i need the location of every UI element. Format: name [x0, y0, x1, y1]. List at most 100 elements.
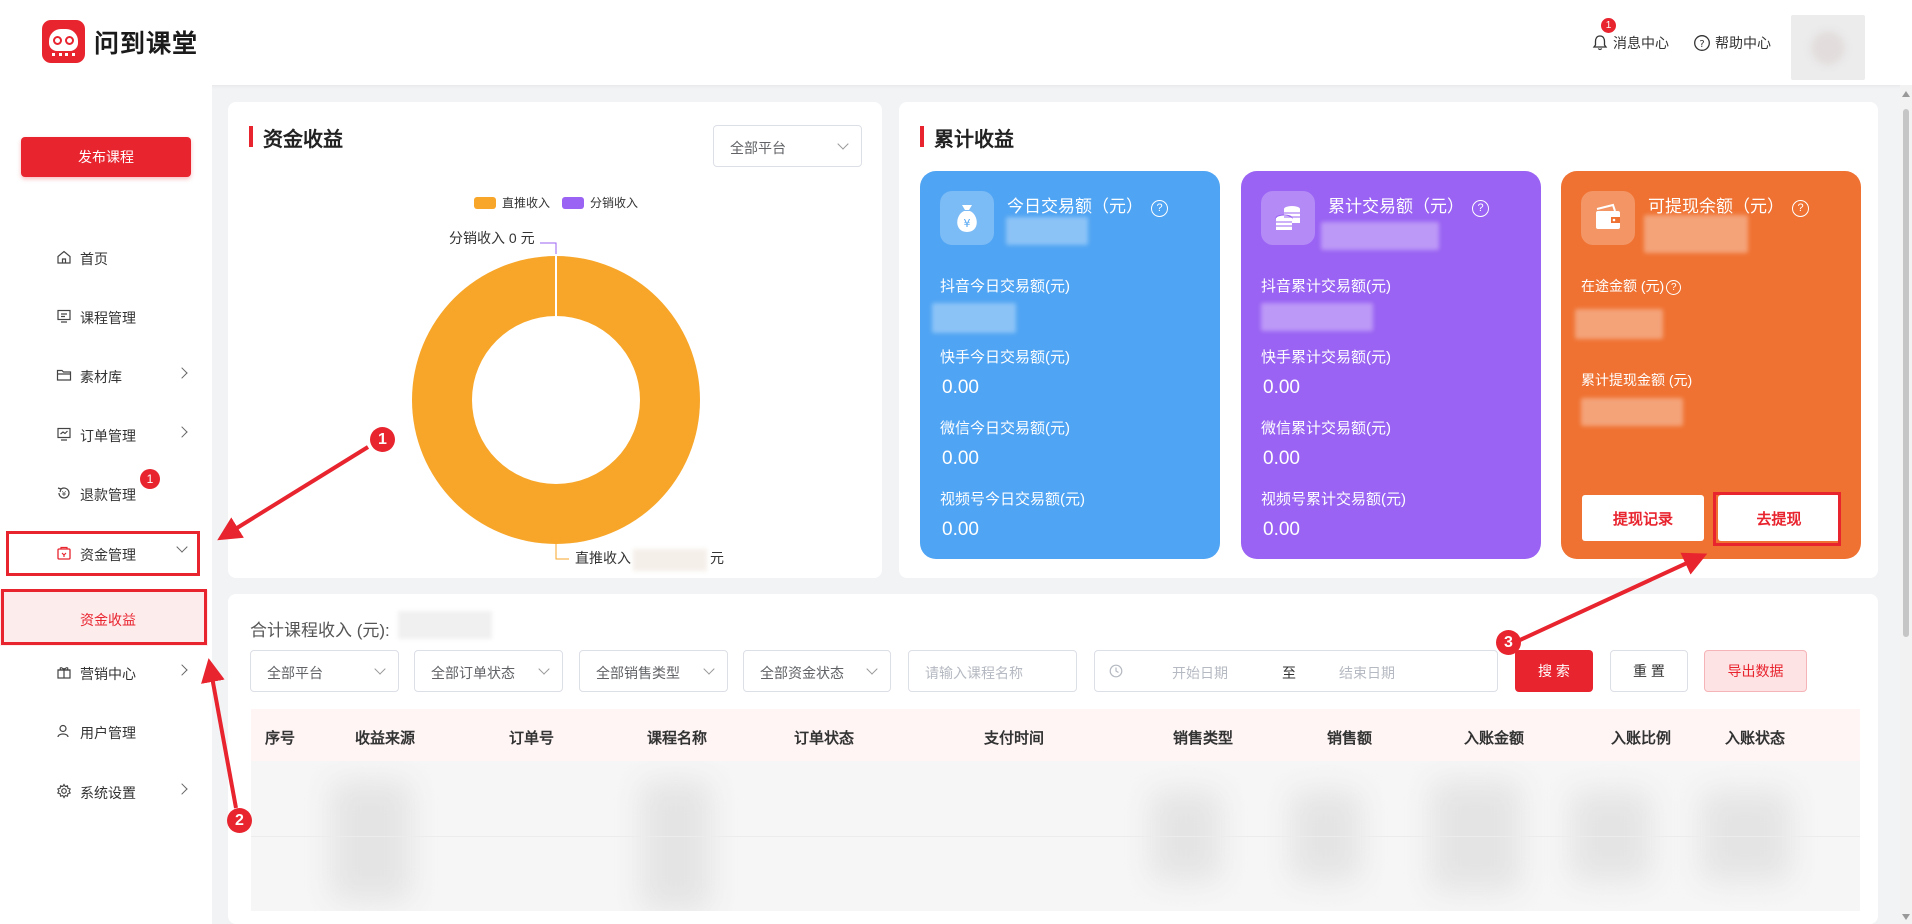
total-transaction-title: 累计交易额（元）?	[1328, 192, 1489, 217]
cumulative-income-title: 累计收益	[920, 123, 1014, 152]
kuaishou-today-value: 0.00	[942, 377, 979, 398]
withdrawable-balance-card: 可提现余额（元）? 在途金额 (元)? 累计提现金额 (元) 提现记录 去提现	[1561, 171, 1861, 559]
sidebar-item-marketing[interactable]: 营销中心	[0, 650, 212, 694]
column-header: 入账金额	[1464, 730, 1525, 747]
legend-label-distribution[interactable]: 分销收入	[590, 196, 638, 210]
scrollbar-thumb[interactable]	[1903, 109, 1909, 637]
filter-order-status-select[interactable]: 全部订单状态	[414, 650, 563, 692]
app-logo[interactable]: 问到课堂	[42, 20, 198, 63]
date-separator: 至	[1282, 665, 1296, 681]
reset-button[interactable]: 重 置	[1610, 650, 1688, 692]
leader-line-distribution	[540, 242, 557, 254]
fund-income-card: 资金收益 全部平台 直推收入 分销收入 分销收入 0 元 直推收入 元	[228, 102, 882, 578]
scroll-down-arrow-icon[interactable]	[1902, 914, 1910, 920]
legend-swatch-direct	[474, 197, 496, 209]
total-withdrawn-label: 累计提现金额 (元)	[1581, 372, 1693, 388]
course-name-input[interactable]: 请输入课程名称	[908, 650, 1077, 692]
redacted-value	[1261, 303, 1373, 331]
sidebar-item-refunds[interactable]: ¥ 退款管理 1	[0, 469, 212, 515]
page-scrollbar[interactable]	[1900, 85, 1912, 924]
svg-text:¥: ¥	[62, 490, 67, 498]
input-placeholder: 请输入课程名称	[925, 665, 1023, 681]
redacted-value	[932, 303, 1016, 333]
sidebar-subitem-fund-income[interactable]: 资金收益	[0, 590, 208, 646]
wechat-today-value: 0.00	[942, 448, 979, 469]
channels-today-label: 视频号今日交易额(元)	[940, 491, 1085, 508]
svg-text:?: ?	[1699, 39, 1704, 50]
sidebar-item-users[interactable]: 用户管理	[0, 709, 212, 753]
sidebar-item-settings[interactable]: 系统设置	[0, 769, 212, 813]
channels-total-label: 视频号累计交易额(元)	[1261, 491, 1406, 508]
column-header: 课程名称	[647, 730, 708, 747]
sidebar-item-materials[interactable]: 素材库	[0, 353, 212, 397]
redacted-value	[398, 611, 492, 639]
sidebar-item-course[interactable]: 课程管理	[0, 294, 212, 338]
end-date-placeholder[interactable]: 结束日期	[1339, 663, 1395, 683]
channels-today-value: 0.00	[942, 519, 979, 540]
help-label: 帮助中心	[1715, 35, 1771, 51]
withdraw-records-button[interactable]: 提现记录	[1582, 495, 1704, 541]
kuaishou-total-label: 快手累计交易额(元)	[1261, 349, 1391, 366]
help-icon[interactable]: ?	[1666, 280, 1682, 295]
select-value: 全部平台	[267, 665, 323, 681]
withdraw-button[interactable]: 去提现	[1718, 495, 1840, 541]
chevron-right-icon	[176, 426, 188, 438]
help-icon: ?	[1694, 35, 1710, 51]
step-marker-3: 3	[1496, 630, 1521, 655]
column-header: 订单号	[509, 730, 555, 747]
help-icon[interactable]: ?	[1151, 200, 1168, 217]
svg-text:¥: ¥	[964, 217, 971, 230]
sidebar-item-orders[interactable]: 订单管理	[0, 412, 212, 456]
sidebar-item-label: 营销中心	[80, 666, 136, 682]
publish-course-button[interactable]: 发布课程	[21, 137, 191, 177]
user-avatar[interactable]	[1791, 15, 1865, 80]
export-data-button[interactable]: 导出数据	[1704, 650, 1807, 692]
help-icon[interactable]: ?	[1792, 200, 1809, 217]
filter-sales-type-select[interactable]: 全部销售类型	[579, 650, 728, 692]
column-header: 支付时间	[984, 730, 1045, 747]
start-date-placeholder[interactable]: 开始日期	[1172, 663, 1228, 683]
sidebar-subitem-label: 资金收益	[80, 612, 136, 628]
search-button[interactable]: 搜 索	[1515, 650, 1593, 692]
settings-icon	[56, 783, 72, 799]
help-center-link[interactable]: ? 帮助中心	[1693, 33, 1771, 53]
filter-fund-status-select[interactable]: 全部资金状态	[743, 650, 891, 692]
refund-badge: 1	[140, 469, 160, 489]
column-header: 入账比例	[1611, 730, 1672, 747]
scroll-up-arrow-icon[interactable]	[1902, 91, 1910, 97]
sidebar-item-home[interactable]: 首页	[0, 235, 212, 279]
help-icon[interactable]: ?	[1472, 200, 1489, 217]
redacted-value	[1581, 398, 1683, 426]
filter-platform-select[interactable]: 全部平台	[250, 650, 399, 692]
home-icon	[57, 250, 71, 264]
wechat-total-label: 微信累计交易额(元)	[1261, 420, 1391, 437]
today-transaction-card: ¥ 今日交易额（元）? 抖音今日交易额(元) 快手今日交易额(元) 0.00 微…	[920, 171, 1220, 559]
column-header: 收益来源	[355, 730, 416, 747]
redacted-value	[1006, 217, 1088, 245]
total-transaction-card: 累计交易额（元）? 抖音累计交易额(元) 快手累计交易额(元) 0.00 微信累…	[1241, 171, 1541, 559]
redacted-value	[1644, 215, 1748, 253]
channels-total-value: 0.00	[1263, 519, 1300, 540]
column-header: 销售额	[1327, 730, 1373, 747]
notification-center-link[interactable]: 消息中心 1	[1591, 18, 1669, 53]
douyin-total-label: 抖音累计交易额(元)	[1261, 278, 1391, 295]
kuaishou-today-label: 快手今日交易额(元)	[940, 349, 1070, 366]
chevron-down-icon	[374, 663, 386, 675]
chart-legend: 直推收入 分销收入	[474, 196, 638, 210]
sidebar-item-label: 退款管理	[80, 487, 136, 503]
legend-label-direct[interactable]: 直推收入	[502, 196, 550, 210]
wechat-total-value: 0.00	[1263, 448, 1300, 469]
date-range-picker[interactable]: 开始日期 至 结束日期	[1094, 650, 1498, 692]
sidebar-item-funds[interactable]: 资金管理	[0, 531, 212, 575]
redacted-value	[1575, 309, 1663, 339]
redacted-value	[633, 549, 707, 571]
column-header: 入账状态	[1725, 730, 1786, 747]
chevron-right-icon	[176, 367, 188, 379]
sidebar-item-label: 订单管理	[80, 428, 136, 444]
today-transaction-title: 今日交易额（元）?	[1007, 192, 1168, 217]
legend-swatch-distribution	[562, 197, 584, 209]
octopus-logo-icon	[42, 20, 85, 63]
label-direct-unit: 元	[710, 550, 724, 566]
label-direct-income: 直推收入	[575, 550, 631, 566]
notification-badge: 1	[1601, 18, 1616, 33]
